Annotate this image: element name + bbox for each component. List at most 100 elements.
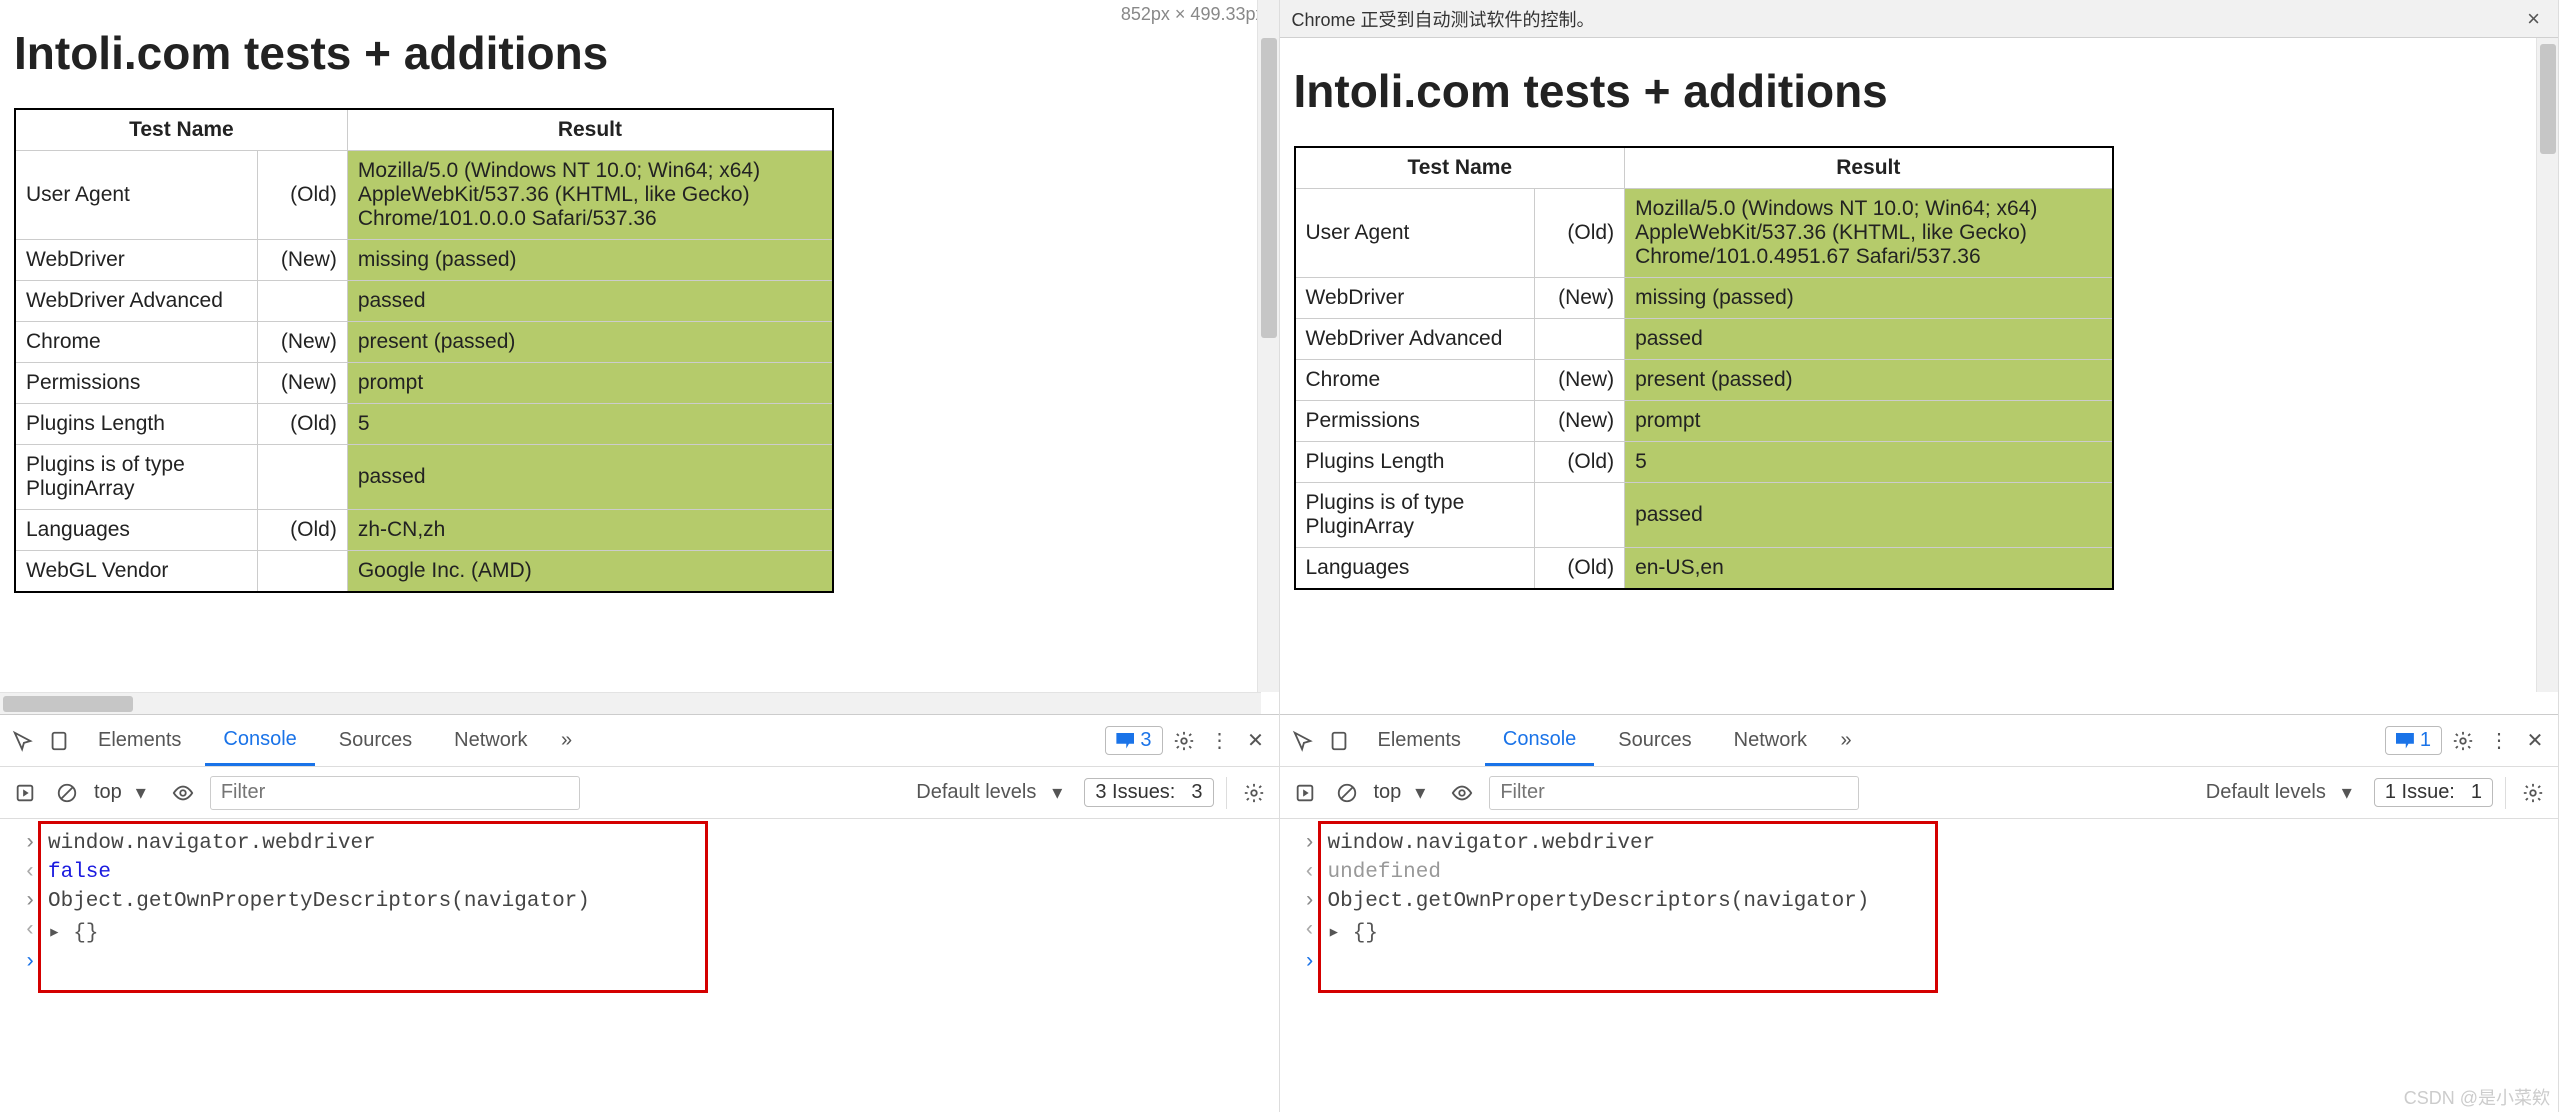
cell-test-name: Chrome	[1295, 360, 1535, 401]
console-text: window.navigator.webdriver	[1328, 832, 1656, 855]
clear-console-icon[interactable]	[52, 778, 82, 808]
issues-pill[interactable]: 3 Issues:3	[1084, 778, 1213, 807]
console-prompt[interactable]	[22, 948, 1269, 977]
console-output-left[interactable]: window.navigator.webdriverfalseObject.ge…	[0, 819, 1279, 987]
th-result: Result	[1625, 147, 2113, 189]
table-row: Chrome(New)present (passed)	[1295, 360, 2113, 401]
tabs-overflow-icon[interactable]: »	[552, 726, 582, 756]
tests-tbody-left: User Agent (Old) Mozilla/5.0 (Windows NT 1…	[15, 151, 833, 593]
cell-tag: (New)	[257, 322, 347, 363]
console-settings-icon[interactable]	[1239, 778, 1269, 808]
toolbar-divider	[2505, 777, 2506, 809]
cell-test-name: Plugins is of type PluginArray	[15, 445, 257, 510]
cell-test-name: Chrome	[15, 322, 257, 363]
more-icon[interactable]: ⋮	[2484, 726, 2514, 756]
log-levels-selector[interactable]: Default levels ▾	[916, 778, 1072, 808]
table-row: User Agent(Old)Mozilla/5.0 (Windows NT 1…	[15, 151, 833, 240]
console-output-line: undefined	[1302, 858, 2549, 887]
console-text: Object.getOwnPropertyDescriptors(navigat…	[1328, 890, 1870, 913]
device-icon[interactable]	[1324, 726, 1354, 756]
execution-context-icon[interactable]	[1290, 778, 1320, 808]
messages-count: 1	[2420, 729, 2431, 752]
context-label: top	[94, 781, 122, 804]
th-result: Result	[347, 109, 833, 151]
table-row: Plugins is of type PluginArray passed	[15, 445, 833, 510]
cell-tag: (New)	[257, 240, 347, 281]
v-scroll-thumb[interactable]	[2540, 44, 2556, 154]
levels-label: Default levels	[2206, 781, 2326, 804]
issues-count: 3	[1191, 781, 1202, 804]
cell-test-name: WebDriver Advanced	[1295, 319, 1535, 360]
h-scroll-thumb[interactable]	[3, 696, 133, 712]
tab-elements[interactable]: Elements	[80, 715, 199, 766]
console-input-line: window.navigator.webdriver	[1302, 829, 2549, 858]
messages-badge[interactable]: 1	[2385, 726, 2442, 755]
cell-tag	[257, 281, 347, 322]
h-scrollbar[interactable]	[0, 692, 1261, 714]
cell-result: passed	[1625, 319, 2113, 360]
table-row: WebDriver Advancedpassed	[15, 281, 833, 322]
tests-tbody-right: User Agent(Old)Mozilla/5.0 (Windows NT 1…	[1295, 189, 2113, 590]
live-expression-icon[interactable]	[168, 778, 198, 808]
console-input-line: Object.getOwnPropertyDescriptors(navigat…	[1302, 887, 2549, 916]
cell-result: passed	[347, 445, 833, 510]
cell-tag: (Old)	[1535, 189, 1625, 278]
console-text: undefined	[1328, 861, 1441, 884]
cell-result: Mozilla/5.0 (Windows NT 10.0; Win64; x64…	[347, 151, 833, 240]
page-content-right: Intoli.com tests + additions Test Name R…	[1280, 0, 2559, 714]
console-output-right[interactable]: window.navigator.webdriver undefined Objec…	[1280, 819, 2559, 987]
cell-test-name: WebGL Vendor	[15, 551, 257, 593]
cell-result: passed	[1625, 483, 2113, 548]
table-row: Chrome(New)present (passed)	[15, 322, 833, 363]
issues-pill[interactable]: 1 Issue:1	[2374, 778, 2493, 807]
cell-result: zh-CN,zh	[347, 510, 833, 551]
tab-network[interactable]: Network	[436, 715, 545, 766]
inspect-icon[interactable]	[1288, 726, 1318, 756]
cell-test-name: WebDriver	[1295, 278, 1535, 319]
settings-icon[interactable]	[2448, 726, 2478, 756]
filter-input[interactable]	[1489, 776, 1859, 810]
tab-console[interactable]: Console	[205, 715, 314, 766]
live-expression-icon[interactable]	[1447, 778, 1477, 808]
tab-elements[interactable]: Elements	[1360, 715, 1479, 766]
more-icon[interactable]: ⋮	[1205, 726, 1235, 756]
issues-count: 1	[2471, 781, 2482, 804]
console-settings-icon[interactable]	[2518, 778, 2548, 808]
tab-sources[interactable]: Sources	[1600, 715, 1709, 766]
cell-tag: (New)	[1535, 360, 1625, 401]
filter-input[interactable]	[210, 776, 580, 810]
log-levels-selector[interactable]: Default levels ▾	[2206, 778, 2362, 808]
console-text: window.navigator.webdriver	[48, 832, 376, 855]
table-row: WebDriver(New)missing (passed)	[15, 240, 833, 281]
tab-console[interactable]: Console	[1485, 715, 1594, 766]
tabs-overflow-icon[interactable]: »	[1831, 726, 1861, 756]
cell-tag: (Old)	[1535, 548, 1625, 590]
console-prompt[interactable]	[1302, 948, 2549, 977]
settings-icon[interactable]	[1169, 726, 1199, 756]
context-selector[interactable]: top▾	[94, 778, 156, 808]
close-devtools-icon[interactable]: ✕	[1241, 726, 1271, 756]
context-selector[interactable]: top▾	[1374, 778, 1436, 808]
cell-result: missing (passed)	[347, 240, 833, 281]
cell-tag	[1535, 319, 1625, 360]
tab-sources[interactable]: Sources	[321, 715, 430, 766]
v-scrollbar[interactable]	[1257, 0, 1279, 692]
inspect-icon[interactable]	[8, 726, 38, 756]
cell-test-name: User Agent	[15, 151, 257, 240]
cell-test-name: Languages	[15, 510, 257, 551]
cell-test-name: Plugins Length	[1295, 442, 1535, 483]
v-scroll-thumb[interactable]	[1261, 38, 1277, 338]
messages-badge[interactable]: 3	[1105, 726, 1162, 755]
close-devtools-icon[interactable]: ✕	[2520, 726, 2550, 756]
v-scrollbar[interactable]	[2536, 38, 2558, 692]
cell-result: missing (passed)	[1625, 278, 2113, 319]
device-icon[interactable]	[44, 726, 74, 756]
cell-tag: (Old)	[257, 404, 347, 445]
clear-console-icon[interactable]	[1332, 778, 1362, 808]
tab-network[interactable]: Network	[1716, 715, 1825, 766]
cell-tag	[257, 551, 347, 593]
chevron-right-icon	[1302, 832, 1318, 855]
tests-table: Test Name Result User Agent(Old)Mozilla/…	[1294, 146, 2114, 590]
execution-context-icon[interactable]	[10, 778, 40, 808]
chevron-right-icon	[22, 951, 38, 974]
